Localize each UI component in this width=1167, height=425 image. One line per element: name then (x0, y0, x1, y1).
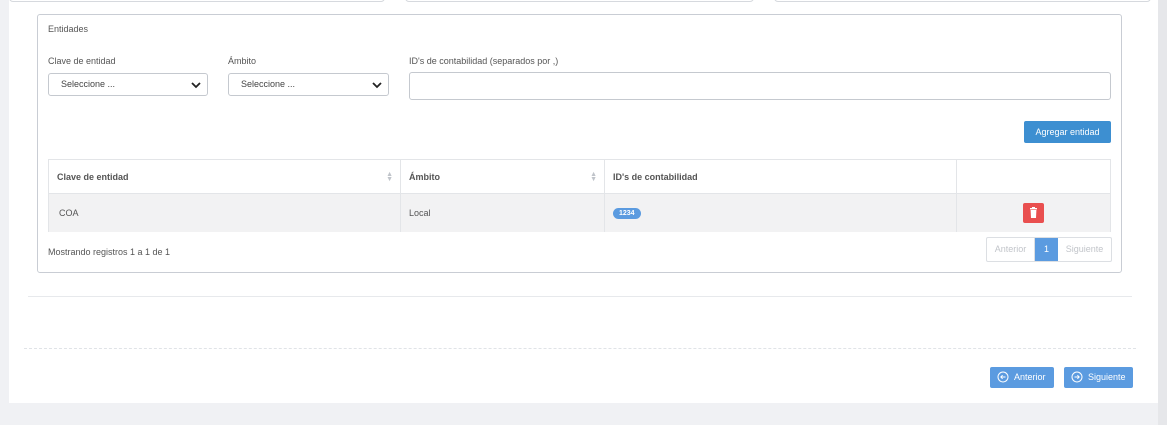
entities-table: Clave de entidad ▲ ▼ Ámbito ▲ ▼ ID's de co… (48, 159, 1111, 232)
ambito-select-value: Seleccione ... (241, 79, 296, 89)
ids-input[interactable] (409, 72, 1111, 100)
column-header-ambito[interactable]: Ámbito ▲ ▼ (401, 160, 605, 194)
column-header-clave[interactable]: Clave de entidad ▲ ▼ (49, 160, 401, 194)
table-row: COA Local 1234 (49, 194, 1110, 232)
add-entity-button[interactable]: Agregar entidad (1024, 121, 1111, 143)
ids-label: ID's de contabilidad (separados por ,) (409, 56, 559, 66)
arrow-right-circle-icon (1071, 371, 1083, 383)
column-header-ids: ID's de contabilidad (605, 160, 957, 194)
cell-clave: COA (49, 194, 401, 232)
table-info: Mostrando registros 1 a 1 de 1 (48, 247, 171, 257)
wizard-next-button[interactable]: Siguiente (1064, 367, 1133, 388)
section-divider (28, 296, 1132, 297)
sort-icon: ▲ ▼ (386, 171, 393, 183)
scrollbar-track[interactable] (1158, 0, 1167, 425)
ambito-label: Ámbito (228, 56, 257, 66)
ambito-select[interactable]: Seleccione ... (228, 73, 389, 96)
table-header: Clave de entidad ▲ ▼ Ámbito ▲ ▼ ID's de co… (49, 160, 1110, 194)
wizard-prev-button[interactable]: Anterior (990, 367, 1054, 388)
column-header-actions (957, 160, 1112, 194)
top-field-2[interactable] (405, 0, 754, 2)
clave-select[interactable]: Seleccione ... (48, 73, 208, 96)
clave-label: Clave de entidad (48, 56, 116, 66)
pagination-page-1[interactable]: 1 (1035, 238, 1058, 261)
arrow-left-circle-icon (997, 371, 1009, 383)
top-field-1[interactable] (9, 0, 385, 2)
cell-ids: 1234 (605, 194, 957, 232)
chevron-down-icon (372, 82, 382, 89)
delete-button[interactable] (1023, 203, 1044, 223)
sort-icon: ▲ ▼ (590, 171, 597, 183)
panel-title: Entidades (48, 24, 89, 34)
dashed-divider (24, 348, 1136, 349)
chevron-down-icon (191, 82, 201, 89)
trash-icon (1030, 207, 1037, 218)
id-badge: 1234 (613, 208, 641, 220)
pagination-next[interactable]: Siguiente (1058, 238, 1111, 261)
clave-select-value: Seleccione ... (61, 79, 116, 89)
pagination: Anterior 1 Siguiente (986, 237, 1112, 262)
pagination-prev[interactable]: Anterior (987, 238, 1035, 261)
entidades-panel: Entidades Clave de entidad Seleccione ..… (37, 14, 1122, 273)
top-field-3[interactable] (774, 0, 1151, 2)
cell-ambito: Local (401, 194, 605, 232)
